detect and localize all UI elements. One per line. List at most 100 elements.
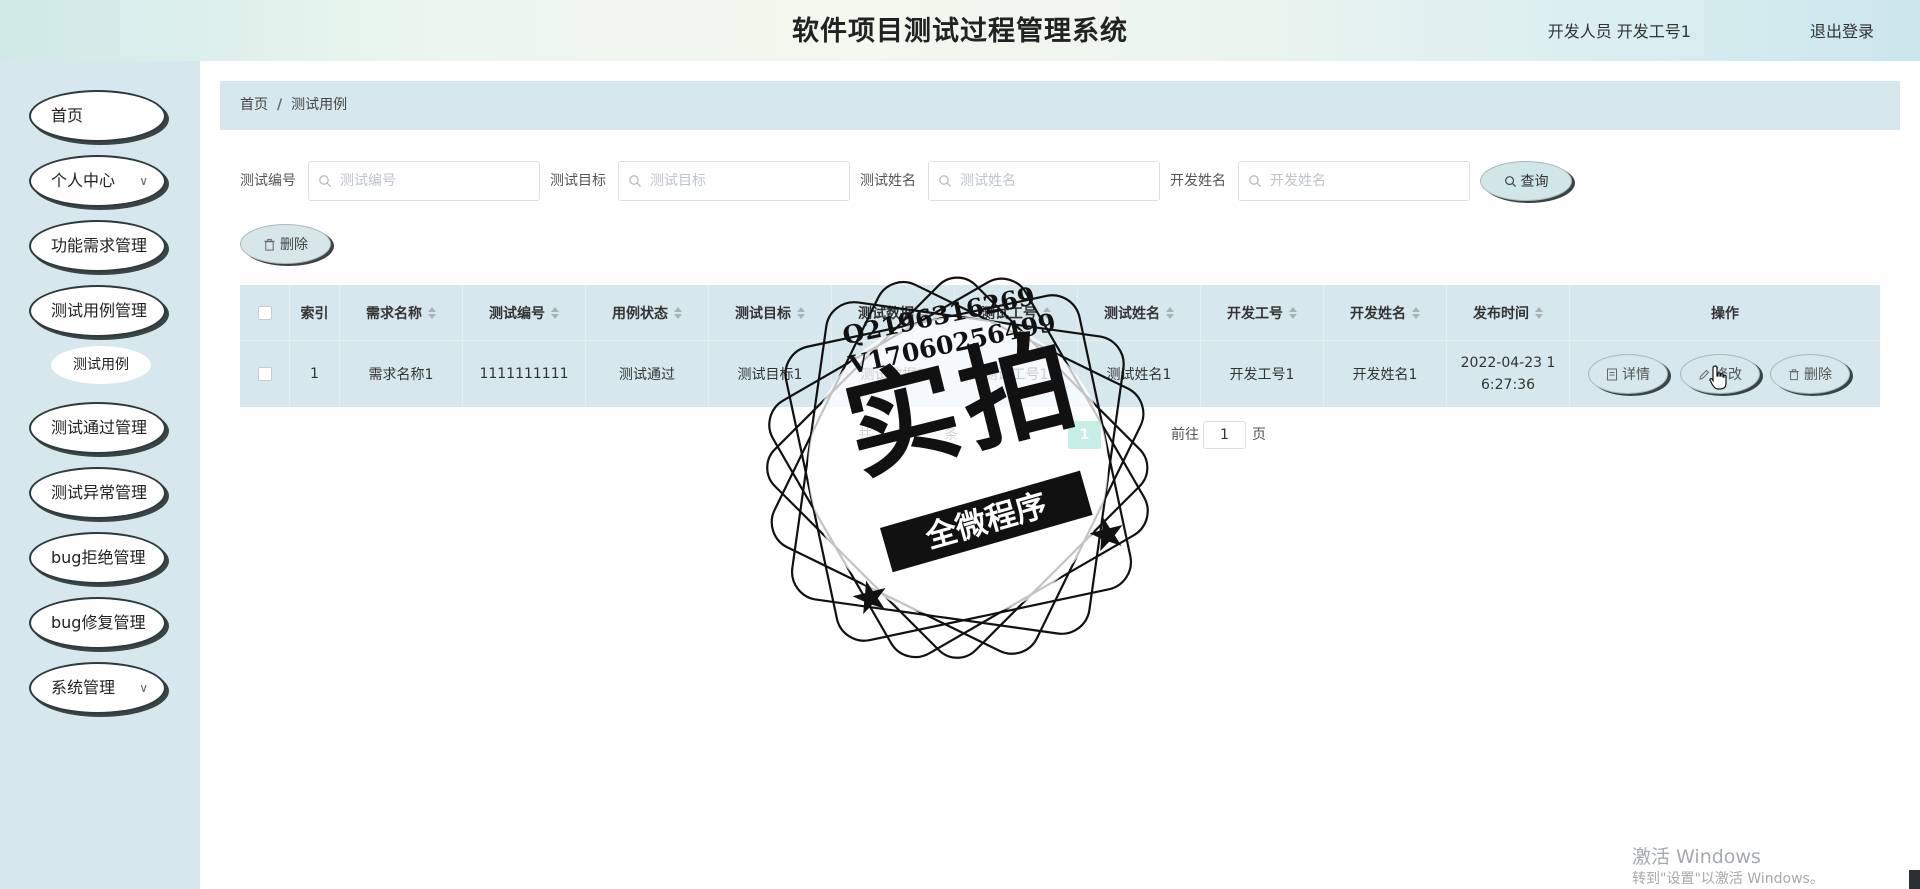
search-icon bbox=[319, 175, 331, 187]
windows-activation-hint: 转到"设置"以激活 Windows。 bbox=[1632, 871, 1824, 887]
trash-icon bbox=[1789, 368, 1799, 380]
search-input-dev-name[interactable] bbox=[1238, 161, 1470, 201]
query-button-label: 查询 bbox=[1520, 174, 1549, 190]
row-delete-button[interactable]: 删除 bbox=[1770, 354, 1850, 394]
sort-icon[interactable] bbox=[428, 306, 436, 319]
sidebar: 首页 个人中心 ∨ 功能需求管理 测试用例管理 测试用例 测试通过管理 测试异常管… bbox=[0, 61, 200, 889]
sidebar-item-system[interactable]: 系统管理 ∨ bbox=[29, 662, 166, 714]
cell-tester-id: 测试工号1 bbox=[955, 341, 1078, 407]
sidebar-subitem-test-cases[interactable]: 测试用例 bbox=[51, 346, 151, 384]
sidebar-item-label: 系统管理 bbox=[51, 678, 116, 697]
search-input-tester-name[interactable] bbox=[928, 161, 1160, 201]
pagination-goto-label: 前往 bbox=[1171, 427, 1199, 443]
bulk-delete-button[interactable]: 删除 bbox=[240, 224, 331, 264]
sidebar-item-label: bug拒绝管理 bbox=[51, 548, 146, 567]
cell-tester-name: 测试姓名1 bbox=[1078, 341, 1201, 407]
chevron-down-icon: ∨ bbox=[139, 174, 148, 188]
top-header: 软件项目测试过程管理系统 开发人员 开发工号1 退出登录 bbox=[0, 0, 1920, 61]
search-input-test-goal[interactable] bbox=[618, 161, 850, 201]
detail-button-label: 详情 bbox=[1622, 367, 1650, 383]
column-header-dev-name[interactable]: 开发姓名 bbox=[1324, 285, 1447, 340]
sidebar-item-test-exception[interactable]: 测试异常管理 bbox=[29, 467, 166, 519]
cell-case-status: 测试通过 bbox=[586, 341, 709, 407]
pagination-total-suffix: 条 bbox=[944, 427, 958, 443]
search-label-tester-name: 测试姓名 bbox=[860, 173, 916, 189]
query-button[interactable]: 查询 bbox=[1480, 161, 1572, 201]
search-icon bbox=[629, 175, 641, 187]
pagination-current-page[interactable]: 1 bbox=[1068, 421, 1101, 449]
column-header-dev-id[interactable]: 开发工号 bbox=[1201, 285, 1324, 340]
select-all-checkbox[interactable] bbox=[257, 305, 272, 320]
sidebar-item-label: 测试异常管理 bbox=[51, 483, 148, 502]
sort-icon[interactable] bbox=[797, 306, 805, 319]
table-row: 1 需求名称1 1111111111 测试通过 测试目标1 测试数据1 测试工号… bbox=[240, 340, 1880, 407]
sidebar-item-label: 测试用例 bbox=[73, 357, 129, 373]
breadcrumb: 首页 / 测试用例 bbox=[220, 81, 1900, 130]
row-select-cell bbox=[240, 341, 290, 407]
column-header-index: 索引 bbox=[290, 285, 340, 340]
sidebar-item-bug-reject[interactable]: bug拒绝管理 bbox=[29, 532, 166, 584]
sort-icon[interactable] bbox=[1166, 306, 1174, 319]
column-header-requirement[interactable]: 需求名称 bbox=[340, 285, 463, 340]
row-checkbox[interactable] bbox=[257, 367, 272, 381]
cell-test-data: 测试数据1 bbox=[832, 341, 955, 407]
logout-link[interactable]: 退出登录 bbox=[1810, 0, 1874, 63]
search-label-test-no: 测试编号 bbox=[240, 173, 296, 189]
column-header-tester-name[interactable]: 测试姓名 bbox=[1078, 285, 1201, 340]
cell-test-no: 1111111111 bbox=[463, 341, 586, 407]
sort-icon[interactable] bbox=[551, 306, 559, 319]
column-header-actions: 操作 bbox=[1711, 305, 1739, 322]
sidebar-item-personal-center[interactable]: 个人中心 ∨ bbox=[29, 155, 166, 207]
select-all-cell bbox=[240, 285, 290, 340]
sidebar-item-home[interactable]: 首页 bbox=[29, 90, 166, 142]
sidebar-item-bug-fix[interactable]: bug修复管理 bbox=[29, 597, 166, 649]
breadcrumb-current: 测试用例 bbox=[291, 97, 348, 113]
pagination-goto-input[interactable] bbox=[1203, 421, 1246, 449]
sort-icon[interactable] bbox=[674, 306, 682, 319]
cell-requirement: 需求名称1 bbox=[340, 341, 463, 407]
search-input-test-no[interactable] bbox=[308, 161, 540, 201]
sidebar-item-label: 测试用例管理 bbox=[51, 301, 148, 320]
sidebar-item-label: 测试通过管理 bbox=[51, 418, 148, 437]
column-header-case-status[interactable]: 用例状态 bbox=[586, 285, 709, 340]
sort-icon[interactable] bbox=[1535, 306, 1543, 319]
column-header-test-goal[interactable]: 测试目标 bbox=[709, 285, 832, 340]
search-icon bbox=[1249, 175, 1261, 187]
column-header-publish-time[interactable]: 发布时间 bbox=[1447, 285, 1570, 340]
cell-test-goal: 测试目标1 bbox=[709, 341, 832, 407]
pagination-total-prefix: 共 bbox=[858, 427, 872, 443]
sort-icon[interactable] bbox=[1412, 306, 1420, 319]
watermark-banner: 全微程序 bbox=[880, 470, 1093, 573]
sidebar-item-label: bug修复管理 bbox=[51, 613, 146, 632]
breadcrumb-home[interactable]: 首页 bbox=[240, 97, 268, 113]
hand-cursor-icon bbox=[1709, 365, 1727, 390]
column-header-test-no[interactable]: 测试编号 bbox=[463, 285, 586, 340]
row-delete-label: 删除 bbox=[1804, 367, 1832, 383]
sidebar-item-test-cases-mgmt[interactable]: 测试用例管理 bbox=[29, 285, 166, 337]
trash-icon bbox=[264, 238, 275, 251]
document-icon bbox=[1607, 368, 1617, 380]
breadcrumb-separator: / bbox=[277, 97, 283, 113]
sort-icon[interactable] bbox=[920, 306, 928, 319]
sidebar-item-label: 功能需求管理 bbox=[51, 236, 148, 255]
search-label-test-goal: 测试目标 bbox=[550, 173, 606, 189]
current-user: 开发人员 开发工号1 bbox=[1547, 22, 1691, 41]
sidebar-item-label: 首页 bbox=[51, 106, 84, 125]
column-header-test-data[interactable]: 测试数据 bbox=[832, 285, 955, 340]
bulk-delete-label: 删除 bbox=[280, 237, 308, 253]
sidebar-item-test-pass[interactable]: 测试通过管理 bbox=[29, 402, 166, 454]
sidebar-item-requirements[interactable]: 功能需求管理 bbox=[29, 220, 166, 272]
search-icon bbox=[939, 175, 951, 187]
sort-icon[interactable] bbox=[1043, 306, 1051, 319]
sort-icon[interactable] bbox=[1289, 306, 1297, 319]
cell-index: 1 bbox=[290, 341, 340, 407]
cell-publish-time: 2022-04-23 16:27:36 bbox=[1447, 341, 1570, 407]
taskbar-corner bbox=[1909, 870, 1920, 889]
column-header-tester-id[interactable]: 测试工号 bbox=[955, 285, 1078, 340]
cell-dev-id: 开发工号1 bbox=[1201, 341, 1324, 407]
table-header: 索引 需求名称 测试编号 用例状态 测试目标 测试数据 测试工号 测试姓名 开发… bbox=[240, 285, 1880, 340]
pagination-page-suffix: 页 bbox=[1252, 427, 1266, 443]
search-label-dev-name: 开发姓名 bbox=[1170, 173, 1226, 189]
sidebar-item-label: 个人中心 bbox=[51, 171, 116, 190]
detail-button[interactable]: 详情 bbox=[1588, 354, 1668, 394]
